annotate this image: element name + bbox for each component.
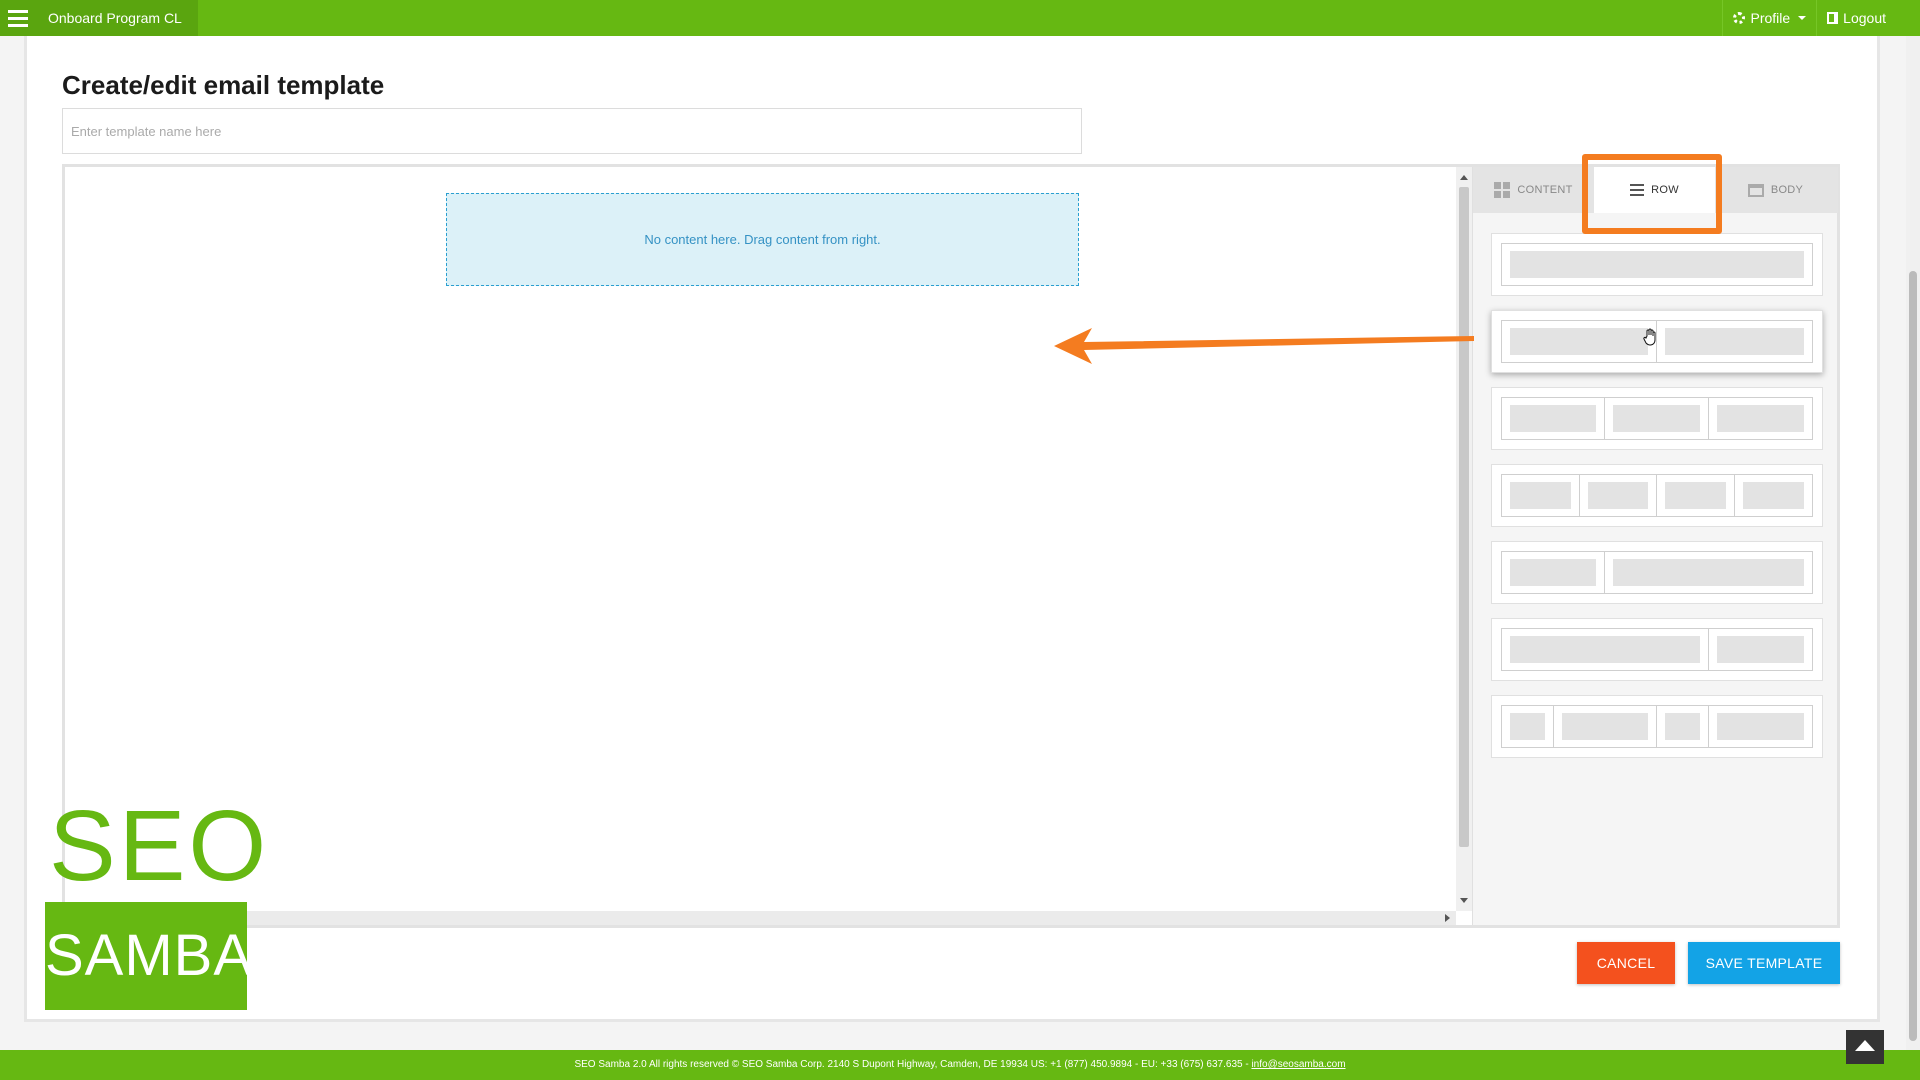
row-layout-column <box>1502 629 1709 670</box>
seo-samba-logo: SEO SAMBA <box>45 790 270 1010</box>
canvas-vertical-scrollbar[interactable] <box>1456 167 1472 911</box>
logout-icon <box>1827 12 1839 24</box>
row-layout-column <box>1502 552 1606 593</box>
logo-seo-text: SEO <box>49 790 270 902</box>
cancel-button[interactable]: CANCEL <box>1577 942 1675 984</box>
row-layout-column <box>1580 475 1657 516</box>
row-layout-column <box>1502 398 1606 439</box>
breadcrumb-tip <box>186 0 196 36</box>
breadcrumb[interactable]: Onboard Program CL <box>36 0 198 36</box>
row-layout-column <box>1502 706 1554 747</box>
row-layout-item[interactable] <box>1491 618 1823 681</box>
editor-sidebar: CONTENT ROW BODY <box>1472 167 1838 925</box>
hand-cursor-icon <box>1643 328 1656 346</box>
row-layout-column <box>1709 706 1812 747</box>
template-name-input[interactable] <box>62 108 1082 154</box>
tab-body-label: BODY <box>1770 184 1804 196</box>
tab-content-label: CONTENT <box>1517 184 1573 196</box>
save-template-button[interactable]: SAVE TEMPLATE <box>1688 942 1840 984</box>
row-layout-column <box>1709 398 1812 439</box>
footer: SEO Samba 2.0 All rights reserved © SEO … <box>0 1050 1920 1080</box>
row-layout-preview <box>1501 397 1813 440</box>
lines-icon <box>1630 184 1645 196</box>
row-layout-preview <box>1501 628 1813 671</box>
sidebar-tabs: CONTENT ROW BODY <box>1473 167 1838 213</box>
gear-icon <box>1733 12 1746 24</box>
logo-samba-text: SAMBA <box>45 902 252 1010</box>
row-layout-column <box>1502 475 1580 516</box>
row-layout-column <box>1735 475 1813 516</box>
page-scroll-thumb[interactable] <box>1909 271 1917 1041</box>
logout-label: Logout <box>1843 10 1886 26</box>
scroll-down-icon[interactable] <box>1460 898 1468 903</box>
grid-icon <box>1494 182 1511 198</box>
profile-label: Profile <box>1750 10 1791 26</box>
page-title: Create/edit email template <box>62 70 385 100</box>
row-layout-preview <box>1501 551 1813 594</box>
row-layout-column <box>1605 398 1709 439</box>
footer-text: SEO Samba 2.0 All rights reserved © SEO … <box>574 1059 1252 1070</box>
back-to-top-button[interactable] <box>1846 1030 1884 1064</box>
row-layout-column <box>1502 244 1812 285</box>
row-layout-item[interactable] <box>1491 233 1823 296</box>
page-scrollbar[interactable] <box>1906 36 1920 1050</box>
scroll-up-icon[interactable] <box>1460 175 1468 180</box>
footer-email-link[interactable]: info@seosamba.com <box>1251 1059 1345 1070</box>
row-layout-column <box>1554 706 1657 747</box>
tab-content[interactable]: CONTENT <box>1473 167 1594 213</box>
scroll-thumb[interactable] <box>1459 187 1469 847</box>
row-layout-item[interactable] <box>1491 464 1823 527</box>
row-layout-preview <box>1501 474 1813 517</box>
row-layout-column <box>1709 629 1812 670</box>
top-bar: Onboard Program CL Profile Logout <box>0 0 1920 36</box>
caret-down-icon <box>1798 16 1807 20</box>
profile-menu[interactable]: Profile <box>1722 0 1816 36</box>
tab-body[interactable]: BODY <box>1715 167 1836 213</box>
row-layout-list <box>1491 233 1823 772</box>
row-layout-item[interactable] <box>1491 695 1823 758</box>
row-layout-item[interactable] <box>1491 387 1823 450</box>
row-layout-column <box>1605 552 1812 593</box>
hamburger-menu-icon[interactable] <box>0 0 36 36</box>
row-layout-column <box>1502 321 1657 362</box>
top-right-menu: Profile Logout <box>1722 0 1896 36</box>
canvas-horizontal-scrollbar[interactable] <box>65 911 1456 925</box>
row-layout-item[interactable] <box>1491 541 1823 604</box>
tab-row[interactable]: ROW <box>1594 167 1715 213</box>
scroll-right-icon[interactable] <box>1445 914 1450 922</box>
logout-button[interactable]: Logout <box>1816 0 1896 36</box>
drop-zone[interactable]: No content here. Drag content from right… <box>446 193 1079 286</box>
row-layout-preview <box>1501 243 1813 286</box>
row-layout-column <box>1657 706 1709 747</box>
row-layout-column <box>1657 475 1735 516</box>
row-layout-column <box>1657 321 1812 362</box>
editor-canvas[interactable]: No content here. Drag content from right… <box>65 167 1456 911</box>
window-icon <box>1747 183 1764 197</box>
row-layout-preview <box>1501 705 1813 748</box>
tab-row-label: ROW <box>1651 184 1679 196</box>
email-editor: No content here. Drag content from right… <box>62 164 1840 928</box>
